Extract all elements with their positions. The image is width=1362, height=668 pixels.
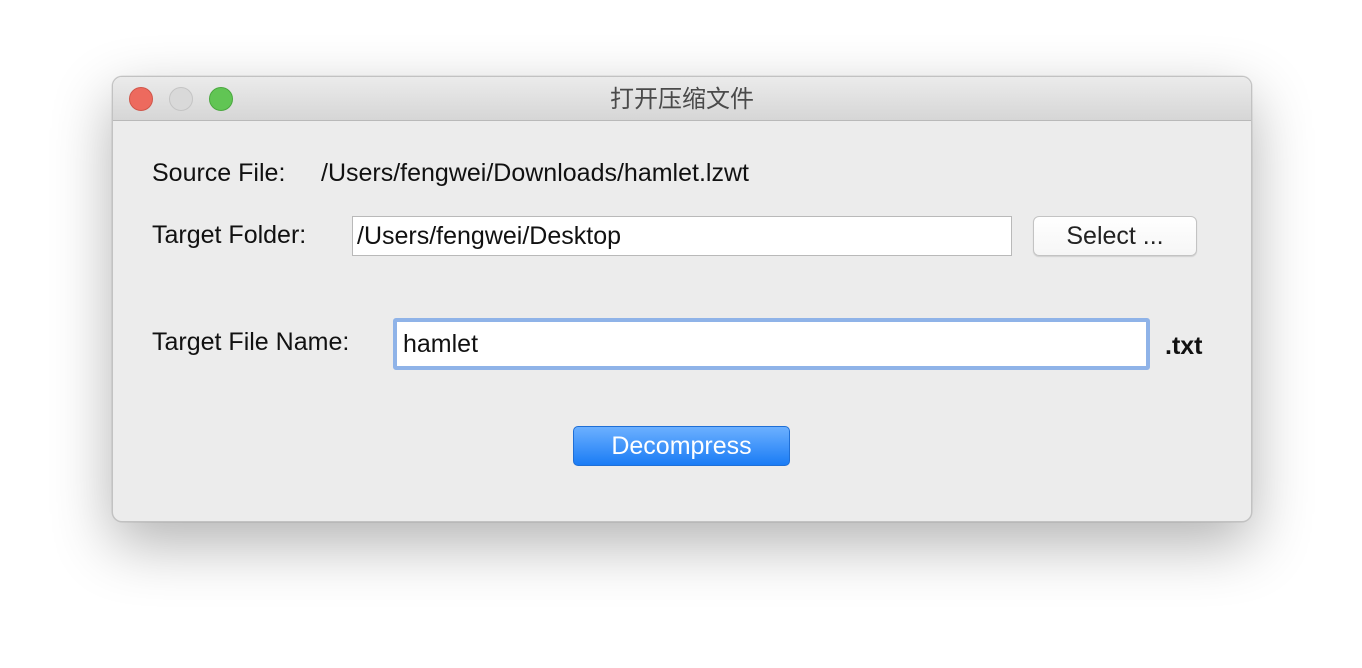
target-folder-field[interactable] xyxy=(352,216,1012,256)
target-file-name-field[interactable] xyxy=(393,318,1150,370)
file-extension-label: .txt xyxy=(1165,332,1203,360)
decompress-dialog-window: 打开压缩文件 Source File: /Users/fengwei/Downl… xyxy=(112,76,1252,522)
decompress-button[interactable]: Decompress xyxy=(573,426,790,466)
select-folder-button[interactable]: Select ... xyxy=(1033,216,1197,256)
source-file-path: /Users/fengwei/Downloads/hamlet.lzwt xyxy=(321,159,749,187)
target-file-name-label: Target File Name: xyxy=(152,328,350,356)
window-title: 打开压缩文件 xyxy=(610,85,754,113)
source-file-label: Source File: xyxy=(152,159,286,187)
title-bar[interactable]: 打开压缩文件 xyxy=(113,77,1251,121)
target-folder-label: Target Folder: xyxy=(152,221,307,249)
